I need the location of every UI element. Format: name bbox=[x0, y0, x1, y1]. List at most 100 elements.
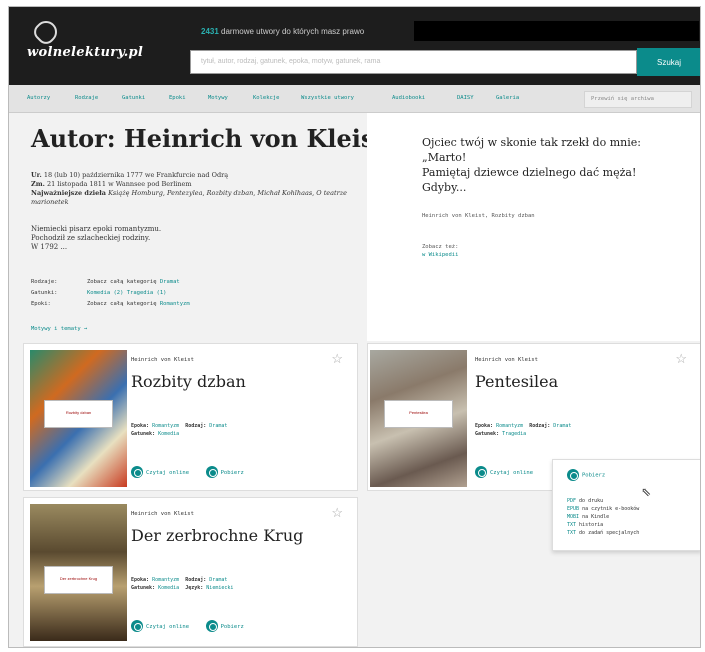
format-list: PDF do druku EPUB na czytnik e-booków MO… bbox=[567, 497, 639, 537]
nav-item-epoki[interactable]: Epoki bbox=[169, 95, 186, 101]
prop-label: Gatunek: bbox=[475, 431, 500, 437]
nav-item-autorzy[interactable]: Autorzy bbox=[27, 95, 50, 101]
format-item[interactable]: PDF do druku bbox=[567, 497, 639, 505]
download-button[interactable]: Pobierz bbox=[205, 466, 244, 478]
prop-epoka[interactable]: Romantyzm bbox=[152, 577, 179, 583]
book-title[interactable]: Rozbity dzban bbox=[131, 372, 246, 391]
nav-item-daisy[interactable]: DAISY bbox=[457, 95, 474, 101]
format-desc: na czytnik e-booków bbox=[582, 506, 640, 512]
nav-item-rodzaje[interactable]: Rodzaje bbox=[75, 95, 98, 101]
book-props: Epoka: Romantyzm Rodzaj: Dramat Gatunek:… bbox=[475, 422, 571, 438]
nav-item-motywy[interactable]: Motywy bbox=[208, 95, 228, 101]
author-panel: Autor: Heinrich von Kleist Ur. 18 (lub 1… bbox=[9, 113, 385, 341]
cat-key: Rodzaje: bbox=[31, 279, 58, 285]
popup-download-label: Pobierz bbox=[582, 472, 606, 479]
nav-item-galeria[interactable]: Galeria bbox=[496, 95, 519, 101]
book-cover[interactable]: Pentesilea bbox=[370, 350, 467, 487]
read-online-button[interactable]: Czytaj online bbox=[131, 620, 190, 632]
prop-gatunek[interactable]: Komedia bbox=[158, 585, 179, 591]
book-author[interactable]: Heinrich von Kleist bbox=[131, 511, 194, 517]
read-label: Czytaj online bbox=[490, 469, 534, 476]
book-cover[interactable]: Der zerbrochne Krug bbox=[30, 504, 127, 641]
read-online-button[interactable]: Czytaj online bbox=[475, 466, 534, 478]
top-bar: wolnelektury.pl 2431 darmowe utwory do k… bbox=[9, 7, 700, 85]
book-actions: Czytaj online bbox=[475, 466, 533, 478]
cover-label: Rozbity dzban bbox=[44, 400, 113, 428]
prop-label: Język: bbox=[185, 585, 204, 591]
format-name: MOBI bbox=[567, 514, 580, 520]
bio-line: W 1792 ... bbox=[31, 243, 68, 251]
cat-link[interactable]: Komedia (2) bbox=[87, 290, 123, 296]
works-label: Najważniejsze dzieła bbox=[31, 189, 106, 197]
nav-item-kolekcje[interactable]: Kolekcje bbox=[253, 95, 280, 101]
format-desc: na Kindle bbox=[582, 514, 610, 520]
cat-key: Epoki: bbox=[31, 301, 51, 307]
format-item[interactable]: MOBI na Kindle bbox=[567, 513, 639, 521]
nav-item-wszystkie[interactable]: Wszystkie utwory bbox=[301, 95, 354, 101]
promo-message: darmowe utwory do których masz prawo bbox=[221, 27, 365, 36]
read-label: Czytaj online bbox=[146, 469, 190, 476]
format-item[interactable]: TXT do zadań specjalnych bbox=[567, 529, 639, 537]
prop-epoka[interactable]: Romantyzm bbox=[152, 423, 179, 429]
nav-item-audiobooki[interactable]: Audiobooki bbox=[392, 95, 425, 101]
logo-icon bbox=[30, 16, 62, 48]
book-props: Epoka: Romantyzm Rodzaj: Dramat Gatunek:… bbox=[131, 422, 227, 438]
format-name: TXT bbox=[567, 522, 577, 528]
prop-gatunek[interactable]: Tragedia bbox=[502, 431, 526, 437]
prop-jezyk[interactable]: Niemiecki bbox=[206, 585, 233, 591]
prop-label: Gatunek: bbox=[131, 431, 156, 437]
star-icon[interactable]: ☆ bbox=[675, 352, 687, 367]
cover-label: Pentesilea bbox=[384, 400, 453, 428]
death-label: Zm. bbox=[31, 180, 45, 188]
quote-source[interactable]: Heinrich von Kleist, Rozbity dzban bbox=[422, 213, 535, 219]
book-cover[interactable]: Rozbity dzban bbox=[30, 350, 127, 487]
book-title[interactable]: Pentesilea bbox=[475, 372, 558, 391]
site-logo[interactable]: wolnelektury.pl bbox=[27, 16, 143, 60]
prop-epoka[interactable]: Romantyzm bbox=[496, 423, 523, 429]
read-online-button[interactable]: Czytaj online bbox=[131, 466, 190, 478]
cursor-icon: ⇖ bbox=[641, 485, 652, 499]
format-item[interactable]: EPUB na czytnik e-booków bbox=[567, 505, 639, 513]
format-item[interactable]: TXT historia bbox=[567, 521, 639, 529]
author-bio: Niemiecki pisarz epoki romantyzmu. Pocho… bbox=[31, 225, 161, 252]
cat-link[interactable]: Romantyzm bbox=[160, 301, 190, 307]
book-title[interactable]: Der zerbrochne Krug bbox=[131, 526, 303, 545]
nav-item-gatunki[interactable]: Gatunki bbox=[122, 95, 145, 101]
prop-gatunek[interactable]: Komedia bbox=[158, 431, 179, 437]
see-also-label: Zobacz też: bbox=[422, 244, 459, 250]
book-author[interactable]: Heinrich von Kleist bbox=[475, 357, 538, 363]
popup-download-button[interactable]: Pobierz bbox=[567, 469, 605, 481]
prop-rodzaj[interactable]: Dramat bbox=[209, 577, 227, 583]
archive-select[interactable]: Przewiń się archiwa bbox=[584, 91, 692, 108]
download-popup: Pobierz PDF do druku EPUB na czytnik e-b… bbox=[552, 459, 700, 551]
prop-label: Rodzaj: bbox=[185, 423, 207, 429]
prop-rodzaj[interactable]: Dramat bbox=[209, 423, 227, 429]
prop-rodzaj[interactable]: Dramat bbox=[553, 423, 571, 429]
cat-link[interactable]: Tragedia (1) bbox=[127, 290, 167, 296]
format-name: PDF bbox=[567, 498, 577, 504]
star-icon[interactable]: ☆ bbox=[331, 352, 343, 367]
prop-label: Gatunek: bbox=[131, 585, 156, 591]
book-card: Der zerbrochne Krug Heinrich von Kleist … bbox=[23, 497, 358, 647]
cat-key: Gatunki: bbox=[31, 290, 58, 296]
star-icon[interactable]: ☆ bbox=[331, 506, 343, 521]
read-icon bbox=[131, 620, 143, 632]
wikipedia-link[interactable]: w Wikipedii bbox=[422, 251, 458, 259]
download-button[interactable]: Pobierz bbox=[205, 620, 244, 632]
search-input[interactable]: tytuł, autor, rodzaj, gatunek, epoka, mo… bbox=[190, 50, 637, 74]
author-categories: Rodzaje: Zobacz całą kategorię Dramat Gat… bbox=[31, 277, 190, 310]
book-author[interactable]: Heinrich von Kleist bbox=[131, 357, 194, 363]
format-name: TXT bbox=[567, 530, 577, 536]
prop-label: Epoka: bbox=[131, 577, 150, 583]
promo-text: 2431 darmowe utwory do których masz praw… bbox=[201, 27, 364, 36]
motifs-link[interactable]: Motywy i tematy → bbox=[31, 326, 87, 332]
quote-text: Ojciec twój w skonie tak rzekł do mnie: … bbox=[422, 135, 692, 195]
bio-line: Pochodził ze szlacheckiej rodziny. bbox=[31, 234, 151, 242]
format-desc: do zadań specjalnych bbox=[579, 530, 640, 536]
cat-link[interactable]: Dramat bbox=[160, 279, 180, 285]
read-label: Czytaj online bbox=[146, 623, 190, 630]
redacted-bar bbox=[414, 21, 699, 41]
format-desc: do druku bbox=[579, 498, 604, 504]
cover-label: Der zerbrochne Krug bbox=[44, 566, 113, 594]
search-button[interactable]: Szukaj bbox=[637, 48, 700, 76]
